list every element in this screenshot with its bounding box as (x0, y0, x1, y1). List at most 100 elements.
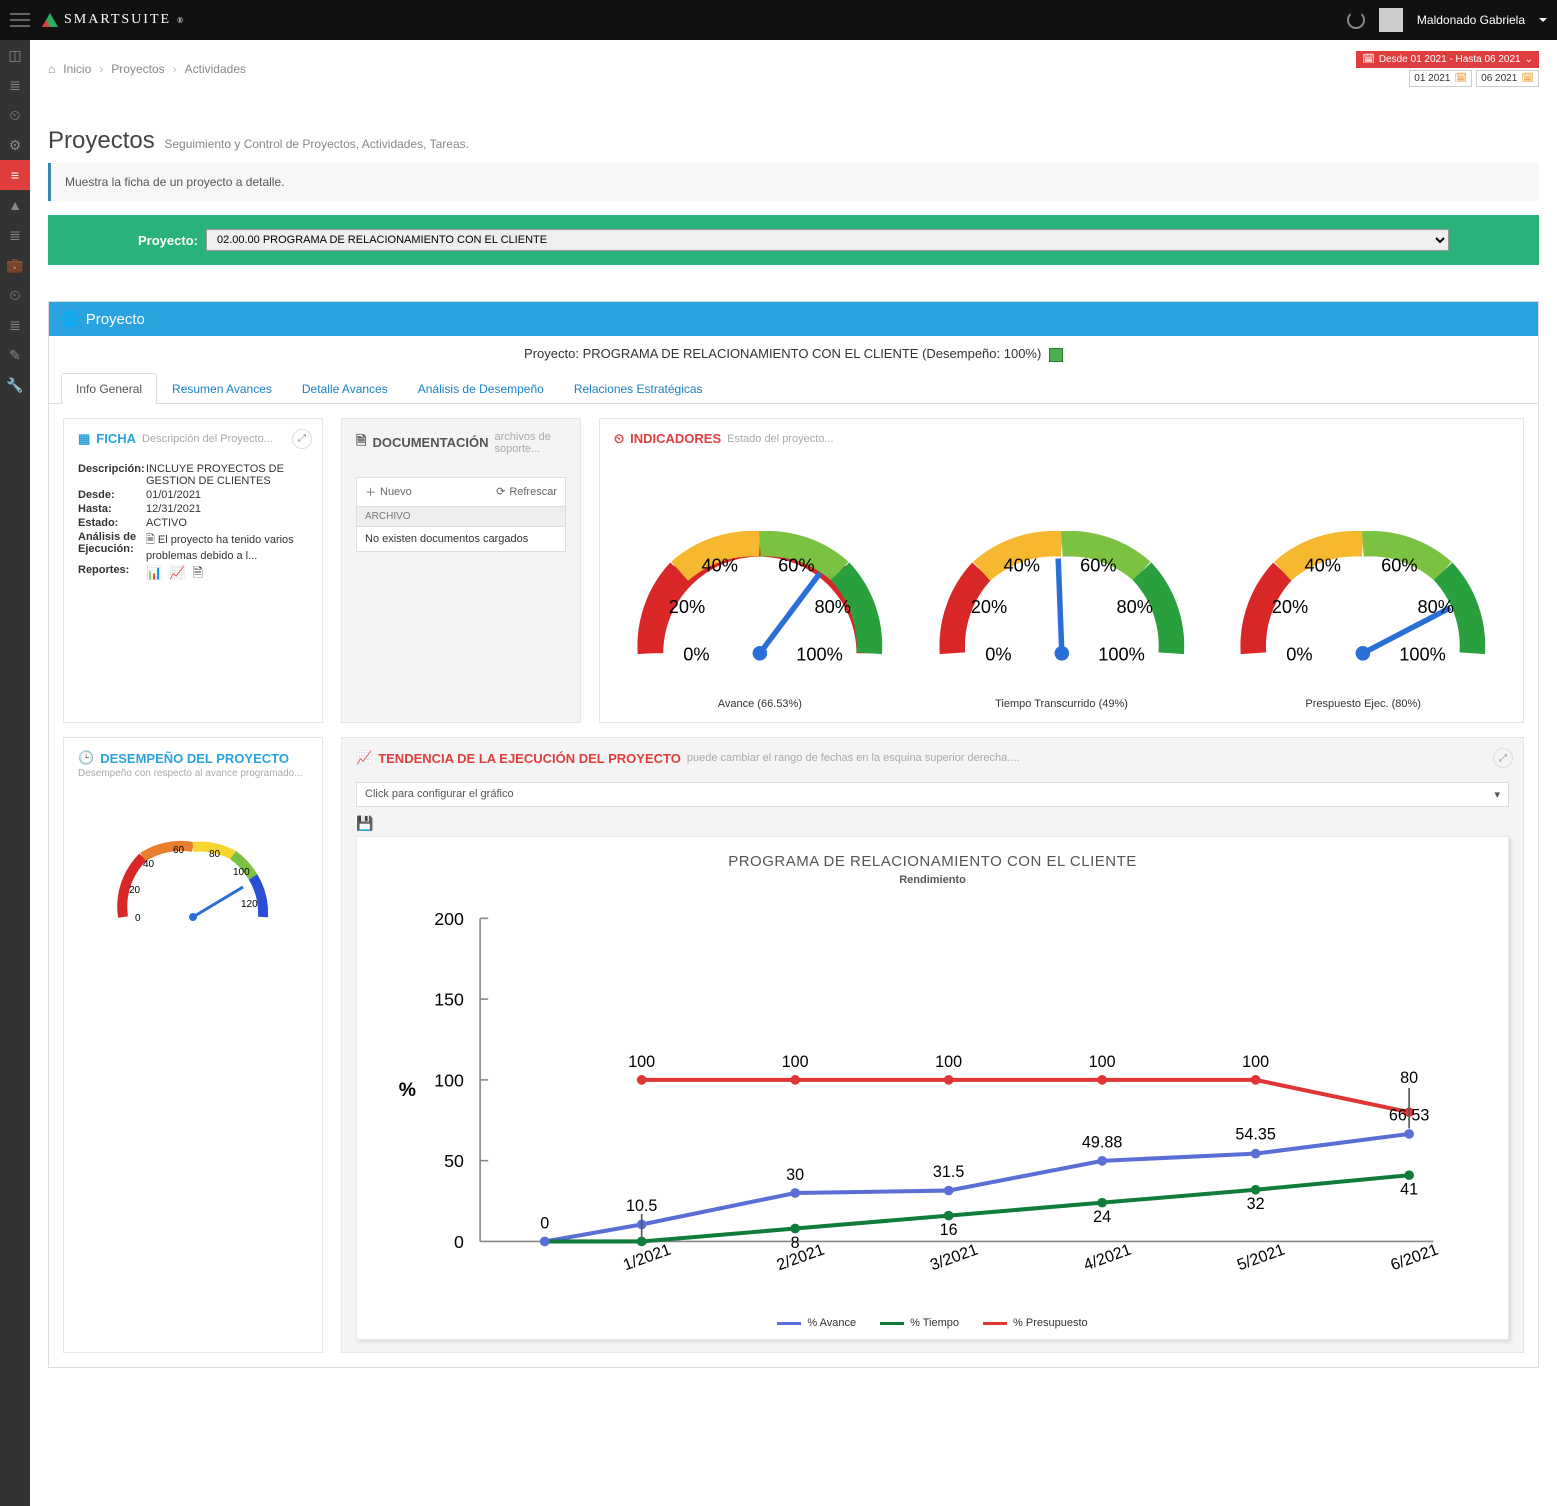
project-selector-bar: Proyecto: 02.00.00 PROGRAMA DE RELACIONA… (48, 215, 1539, 265)
sidebar-item-speed[interactable]: ⏲ (0, 100, 30, 130)
trend-chart: PROGRAMA DE RELACIONAMIENTO CON EL CLIEN… (356, 836, 1509, 1340)
ficha-card: ⤢ ▦ FICHA Descripción del Proyecto... De… (63, 418, 323, 724)
report-chart-icon[interactable]: 📈 (169, 565, 185, 580)
date-range-text: Desde 01 2021 - Hasta 06 2021 (1379, 54, 1521, 65)
tabs: Info General Resumen Avances Detalle Ava… (49, 372, 1538, 404)
ytick: 200 (434, 909, 464, 929)
dl: 16 (940, 1221, 958, 1239)
perf-title: DESEMPEÑO DEL PROYECTO (100, 751, 289, 766)
home-icon[interactable]: ⌂ (48, 62, 55, 76)
panel-title: Proyecto (86, 311, 145, 328)
tick: 20% (669, 597, 705, 617)
documentacion-card: 🗎 DOCUMENTACIÓN archivos de soporte... ＋… (341, 418, 581, 724)
date-to-value: 06 2021 (1481, 73, 1517, 84)
panel-subtitle: Proyecto: PROGRAMA DE RELACIONAMIENTO CO… (524, 346, 1041, 361)
date-to-input[interactable]: 06 2021 🗓 (1476, 70, 1539, 87)
tick: 40 (143, 859, 155, 870)
tendencia-card: ⤢ 📈 TENDENCIA DE LA EJECUCIÓN DEL PROYEC… (341, 737, 1524, 1353)
trend-config-dropdown[interactable]: Click para configurar el gráfico ▾ (356, 782, 1509, 807)
tab-info-general[interactable]: Info General (61, 373, 157, 404)
username[interactable]: Maldonado Gabriela (1417, 13, 1525, 27)
chart-title: PROGRAMA DE RELACIONAMIENTO CON EL CLIEN… (367, 853, 1498, 870)
ytick: 100 (434, 1071, 464, 1091)
panel-header: 🌐 Proyecto (49, 302, 1538, 336)
gauge-presupuesto: 0% 20% 40% 60% 80% 100% Prespuesto Ejec.… (1217, 471, 1509, 711)
ficha-hasta-k: Hasta: (78, 503, 146, 515)
tick: 0% (985, 644, 1011, 664)
sidebar-item-alerts[interactable]: ▲ (0, 190, 30, 220)
sidebar-item-gauge[interactable]: ⏲ (0, 280, 30, 310)
date-from-value: 01 2021 (1414, 73, 1450, 84)
date-from-input[interactable]: 01 2021 🗓 (1409, 70, 1472, 87)
tab-analisis[interactable]: Análisis de Desempeño (403, 373, 559, 404)
docs-col-header: ARCHIVO (356, 507, 566, 527)
tab-detalle[interactable]: Detalle Avances (287, 373, 403, 404)
menu-toggle-icon[interactable] (10, 13, 30, 27)
tick: 80% (1116, 597, 1152, 617)
ytick: 150 (434, 990, 464, 1010)
breadcrumb-home[interactable]: Inicio (63, 62, 91, 76)
sidebar-item-briefcase[interactable]: 💼 (0, 250, 30, 280)
sidebar-item-projects[interactable]: ≡ (0, 160, 30, 190)
tick: 60 (173, 845, 185, 856)
legend-avance: % Avance (807, 1317, 856, 1329)
trend-expand-button[interactable]: ⤢ (1493, 748, 1513, 768)
dl: 100 (1242, 1053, 1269, 1071)
caret-down-icon: ▾ (1494, 788, 1500, 801)
tick: 60% (1080, 555, 1116, 575)
tick: 20% (970, 597, 1006, 617)
report-doc-icon[interactable]: 🗎 (193, 565, 203, 580)
docs-refresh-button[interactable]: ⟳ Refrescar (496, 484, 557, 500)
trend-hint: puede cambiar el rango de fechas en la e… (687, 752, 1020, 764)
ficha-desde-v: 01/01/2021 (146, 489, 308, 501)
desempeno-card: 🕒 DESEMPEÑO DEL PROYECTO Desempeño con r… (63, 737, 323, 1353)
sync-icon[interactable] (1347, 11, 1365, 29)
calendar-from-icon[interactable]: 🗓 (1454, 73, 1467, 84)
sidebar-item-list2[interactable]: ≣ (0, 220, 30, 250)
tab-resumen[interactable]: Resumen Avances (157, 373, 287, 404)
gauge-presupuesto-label: Prespuesto Ejec. (80%) (1217, 698, 1509, 710)
trend-title: TENDENCIA DE LA EJECUCIÓN DEL PROYECTO (378, 751, 681, 766)
docs-refresh-label: Refrescar (509, 486, 557, 498)
dl: 10.5 (626, 1197, 657, 1215)
doc-icon[interactable]: 🗎 (146, 534, 155, 546)
ytick: 50 (444, 1151, 464, 1171)
calendar-icon: 🗓 (1362, 54, 1375, 65)
save-chart-icon[interactable]: 💾 (356, 815, 373, 832)
tick: 40% (702, 555, 738, 575)
project-select[interactable]: 02.00.00 PROGRAMA DE RELACIONAMIENTO CON… (206, 229, 1449, 251)
avatar[interactable] (1379, 8, 1403, 32)
ficha-expand-button[interactable]: ⤢ (292, 429, 312, 449)
tab-relaciones[interactable]: Relaciones Estratégicas (559, 373, 718, 404)
ficha-hasta-v: 12/31/2021 (146, 503, 308, 515)
tick: 80% (1418, 597, 1454, 617)
ind-title: INDICADORES (630, 431, 721, 446)
date-range-badge[interactable]: 🗓 Desde 01 2021 - Hasta 06 2021 ⌄ (1356, 51, 1539, 68)
user-menu-caret-icon[interactable] (1539, 18, 1547, 22)
dl: 100 (628, 1053, 655, 1071)
sidebar-item-list[interactable]: ≣ (0, 70, 30, 100)
ylabel: % (399, 1079, 416, 1101)
chart-subtitle: Rendimiento (367, 874, 1498, 886)
project-label: Proyecto: (138, 233, 198, 248)
sidebar-item-tools[interactable]: 🔧 (0, 370, 30, 400)
project-panel: 🌐 Proyecto Proyecto: PROGRAMA DE RELACIO… (48, 301, 1539, 1368)
tick: 60% (778, 555, 814, 575)
ind-hint: Estado del proyecto... (727, 433, 833, 445)
tick: 40% (1305, 555, 1341, 575)
trend-icon: 📈 (356, 750, 372, 766)
sidebar-item-dashboard[interactable]: ◫ (0, 40, 30, 70)
docs-new-button[interactable]: ＋Nuevo (365, 484, 412, 500)
tick: 80% (815, 597, 851, 617)
breadcrumb-l1[interactable]: Proyectos (111, 62, 164, 76)
breadcrumb-l2[interactable]: Actividades (185, 62, 246, 76)
sidebar-item-edit[interactable]: ✎ (0, 340, 30, 370)
tick: 60% (1381, 555, 1417, 575)
calendar-to-icon[interactable]: 🗓 (1521, 73, 1534, 84)
report-excel-icon[interactable]: 📊 (146, 565, 162, 580)
dl: 32 (1247, 1195, 1265, 1213)
tick: 40% (1003, 555, 1039, 575)
sidebar-item-settings[interactable]: ⚙ (0, 130, 30, 160)
sidebar-item-list3[interactable]: ≣ (0, 310, 30, 340)
info-banner: Muestra la ficha de un proyecto a detall… (48, 163, 1539, 201)
